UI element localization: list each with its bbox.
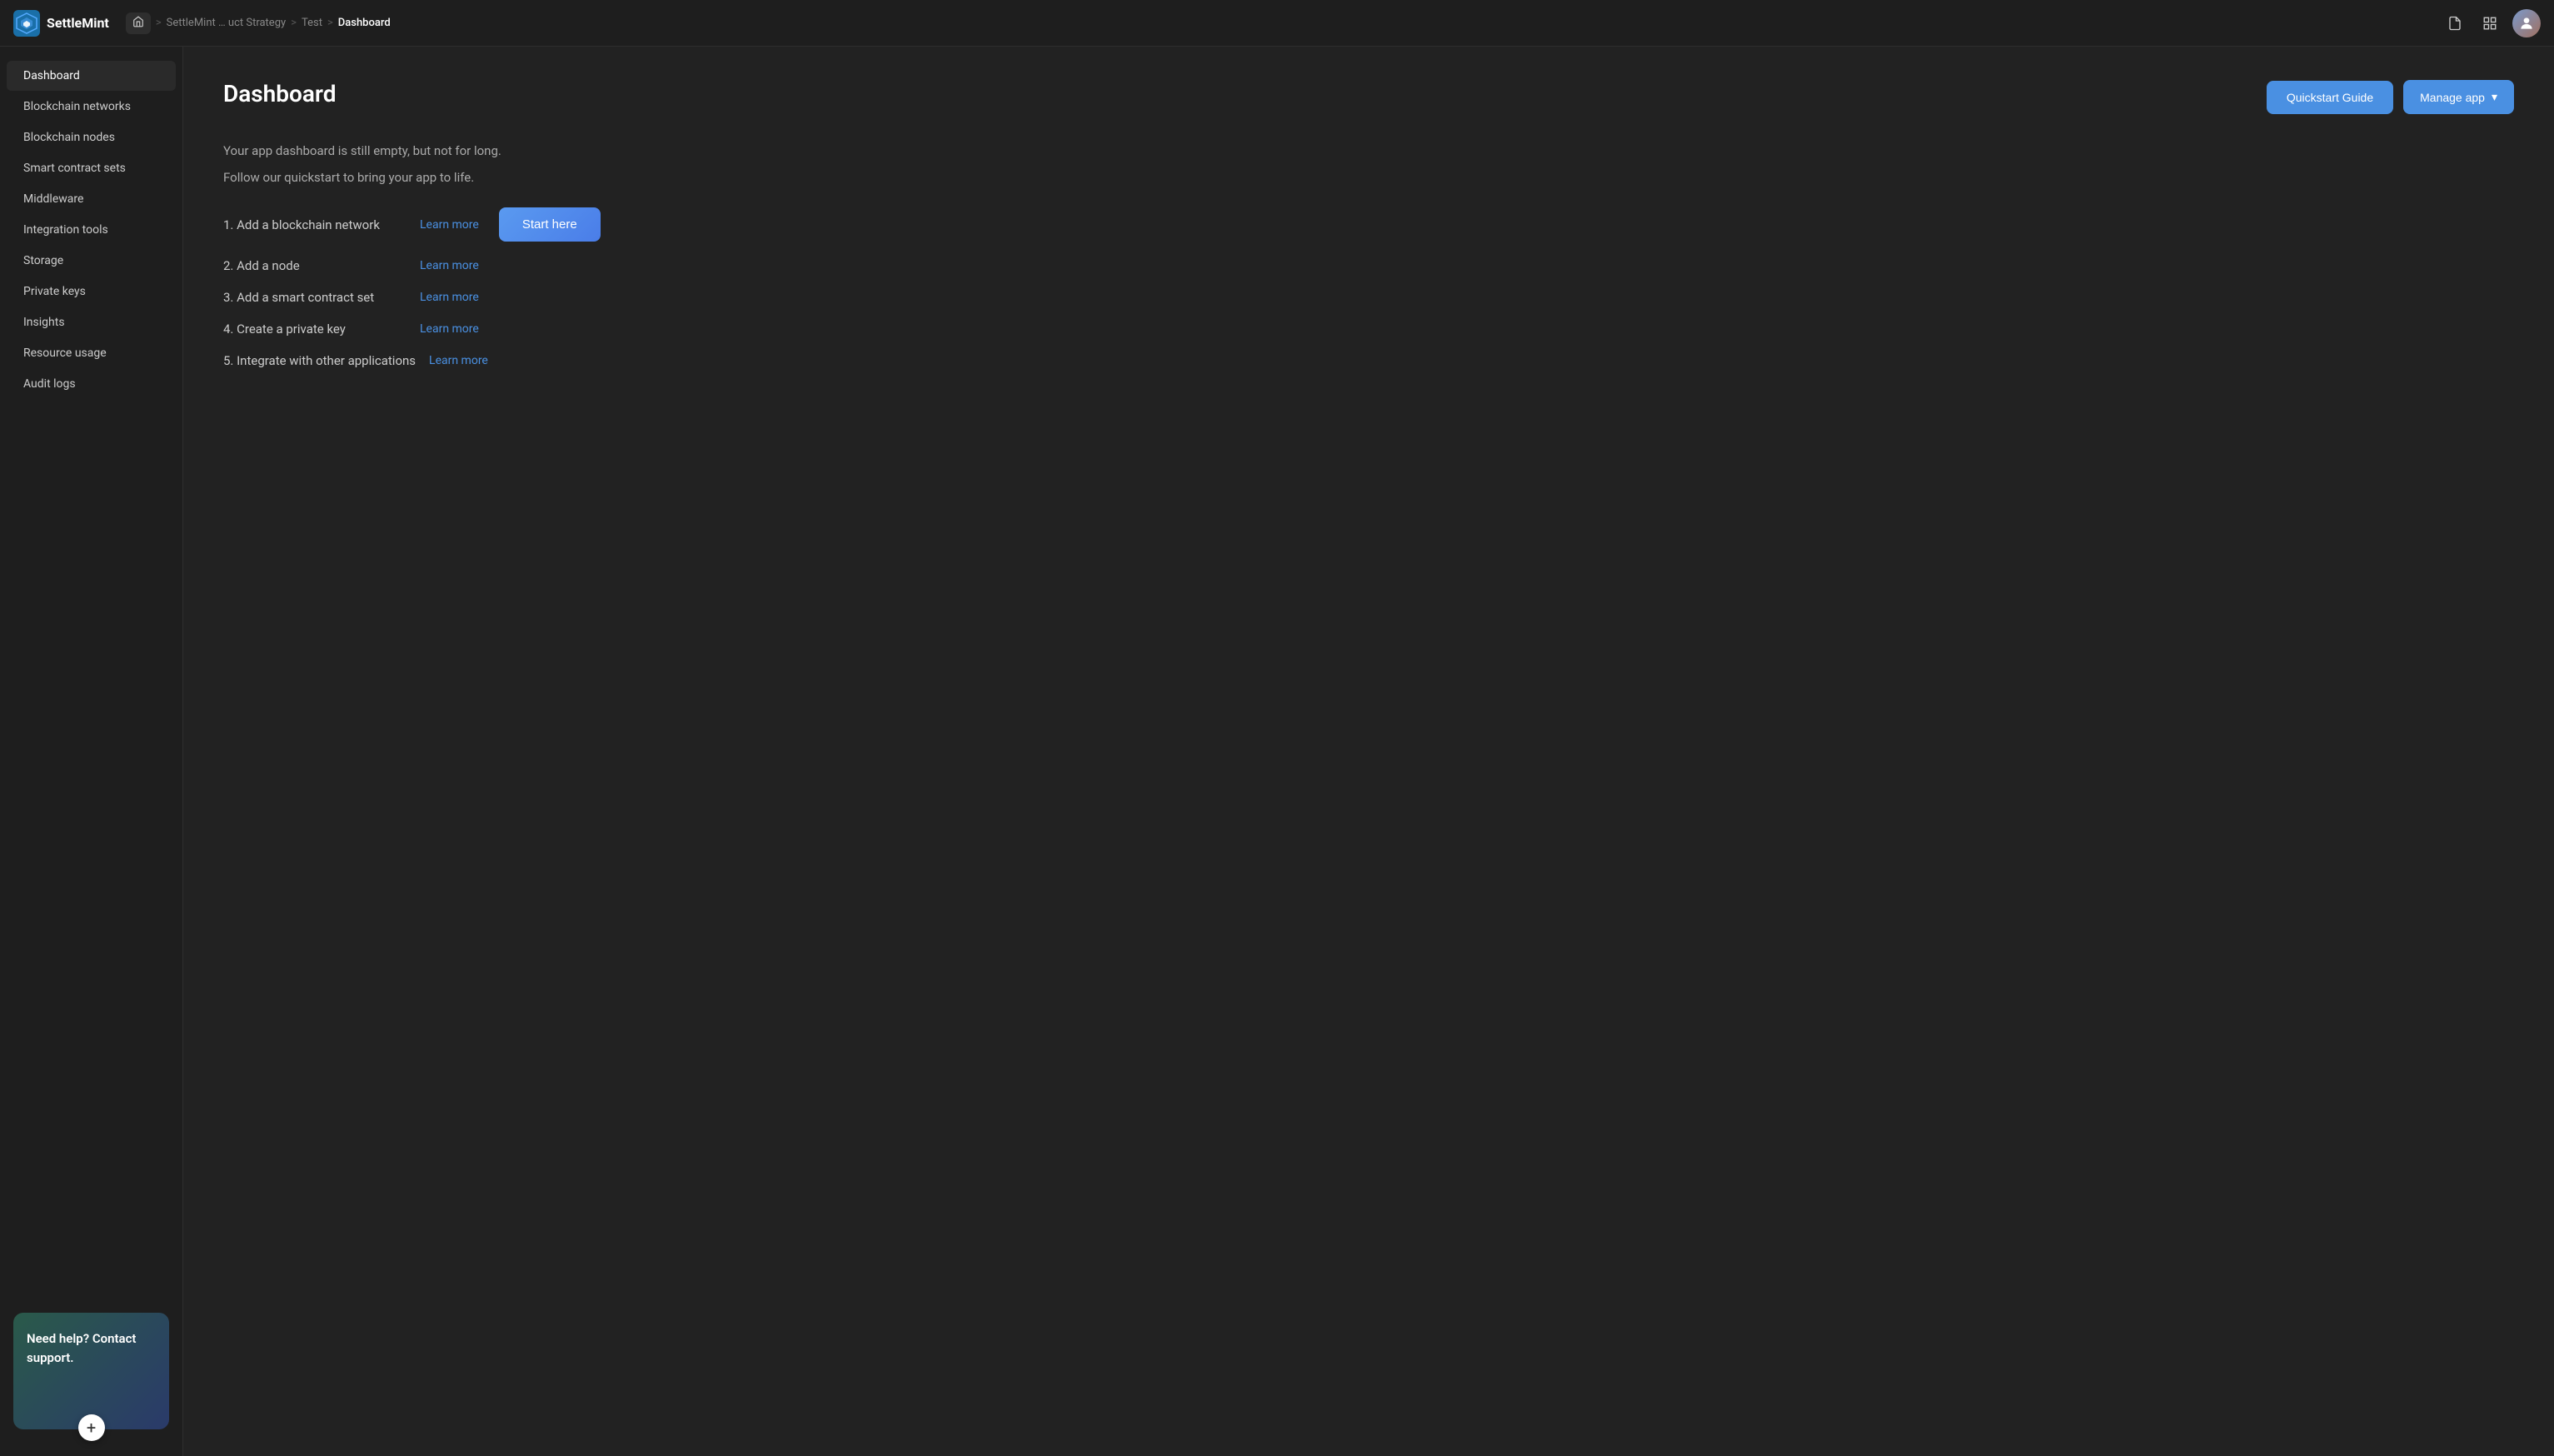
sidebar-bottom: Need help? Contact support. + <box>0 1299 182 1443</box>
sidebar-item-resource-usage[interactable]: Resource usage <box>7 338 176 368</box>
help-card: Need help? Contact support. + <box>13 1313 169 1429</box>
step-row-2: 2. Add a node Learn more <box>223 258 806 273</box>
sidebar-nav: Dashboard Blockchain networks Blockchain… <box>0 60 182 400</box>
navbar-right <box>2442 9 2541 37</box>
steps-list: 1. Add a blockchain network Learn more S… <box>223 207 806 368</box>
breadcrumb: > SettleMint … uct Strategy > Test > Das… <box>126 12 391 34</box>
sidebar-item-insights[interactable]: Insights <box>7 307 176 337</box>
step-text-4: 4. Create a private key <box>223 322 407 337</box>
step-1-learn-more-link[interactable]: Learn more <box>420 218 479 232</box>
sidebar-item-blockchain-networks[interactable]: Blockchain networks <box>7 92 176 122</box>
breadcrumb-item-2[interactable]: Test <box>302 17 322 29</box>
step-row-5: 5. Integrate with other applications Lea… <box>223 353 806 368</box>
step-4-learn-more-link[interactable]: Learn more <box>420 322 479 336</box>
step-5-learn-more-link[interactable]: Learn more <box>429 354 488 367</box>
breadcrumb-sep-1: > <box>156 17 162 29</box>
app-name: SettleMint <box>47 15 109 31</box>
sidebar-item-dashboard[interactable]: Dashboard <box>7 61 176 91</box>
document-icon-button[interactable] <box>2442 11 2467 36</box>
breadcrumb-item-1[interactable]: SettleMint … uct Strategy <box>167 17 287 29</box>
step-row-3: 3. Add a smart contract set Learn more <box>223 290 806 305</box>
sidebar-item-blockchain-nodes[interactable]: Blockchain nodes <box>7 122 176 152</box>
help-card-text: Need help? Contact support. <box>27 1329 156 1367</box>
breadcrumb-sep-2: > <box>291 17 297 29</box>
sidebar-item-audit-logs[interactable]: Audit logs <box>7 369 176 399</box>
breadcrumb-home[interactable] <box>126 12 151 34</box>
navbar-left: SettleMint > SettleMint … uct Strategy >… <box>13 10 391 37</box>
sidebar-item-storage[interactable]: Storage <box>7 246 176 276</box>
header-actions: Quickstart Guide Manage app ▾ <box>2267 80 2514 114</box>
step-2-learn-more-link[interactable]: Learn more <box>420 259 479 272</box>
grid-icon-button[interactable] <box>2477 11 2502 36</box>
logo: SettleMint <box>13 10 109 37</box>
sidebar-item-private-keys[interactable]: Private keys <box>7 277 176 307</box>
sidebar-item-middleware[interactable]: Middleware <box>7 184 176 214</box>
step-3-learn-more-link[interactable]: Learn more <box>420 291 479 304</box>
page-title: Dashboard <box>223 80 337 107</box>
breadcrumb-sep-3: > <box>327 17 333 29</box>
page-header: Dashboard Quickstart Guide Manage app ▾ <box>223 80 2514 114</box>
step-text-1: 1. Add a blockchain network <box>223 217 407 232</box>
step-row-1: 1. Add a blockchain network Learn more S… <box>223 207 806 242</box>
main-content: Dashboard Quickstart Guide Manage app ▾ … <box>183 47 2554 1456</box>
main-layout: Dashboard Blockchain networks Blockchain… <box>0 47 2554 1456</box>
empty-message-2: Follow our quickstart to bring your app … <box>223 167 806 187</box>
navbar: SettleMint > SettleMint … uct Strategy >… <box>0 0 2554 47</box>
sidebar-item-smart-contract-sets[interactable]: Smart contract sets <box>7 153 176 183</box>
content-body: Your app dashboard is still empty, but n… <box>223 141 806 368</box>
start-here-button[interactable]: Start here <box>499 207 601 242</box>
breadcrumb-current: Dashboard <box>338 17 391 29</box>
logo-icon <box>13 10 40 37</box>
step-text-3: 3. Add a smart contract set <box>223 290 407 305</box>
empty-message-1: Your app dashboard is still empty, but n… <box>223 141 806 161</box>
step-text-2: 2. Add a node <box>223 258 407 273</box>
quickstart-guide-button[interactable]: Quickstart Guide <box>2267 81 2393 114</box>
chevron-down-icon: ▾ <box>2492 90 2497 104</box>
manage-app-button[interactable]: Manage app ▾ <box>2403 80 2514 114</box>
step-text-5: 5. Integrate with other applications <box>223 353 416 368</box>
help-card-button[interactable]: + <box>78 1414 105 1441</box>
sidebar-item-integration-tools[interactable]: Integration tools <box>7 215 176 245</box>
sidebar: Dashboard Blockchain networks Blockchain… <box>0 47 183 1456</box>
avatar[interactable] <box>2512 9 2541 37</box>
step-row-4: 4. Create a private key Learn more <box>223 322 806 337</box>
